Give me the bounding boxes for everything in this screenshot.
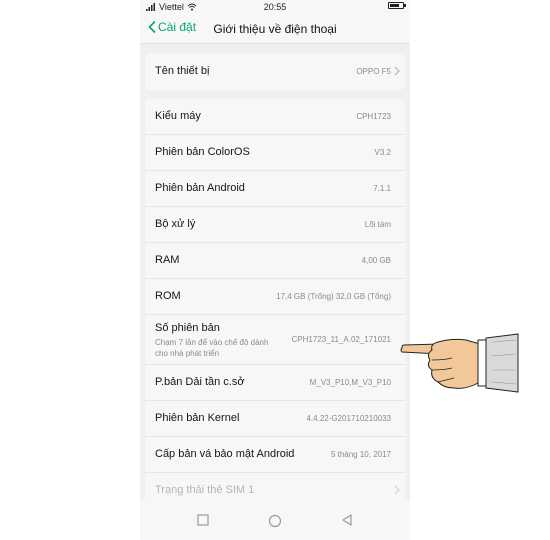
info-row-kernel: Phiên bản Kernel 4.4.22-G201710210033 [145,401,405,437]
info-row-security-patch: Cấp bản vá bảo mật Android 5 tháng 10, 2… [145,437,405,473]
device-name-value: OPPO F5 [356,67,391,76]
system-nav-bar [140,500,410,540]
pointing-hand-icon [400,333,519,393]
chevron-right-icon [394,66,400,76]
phone-screen: Viettel 20:55 Cài đặt Giới thiệu về điện… [140,0,410,540]
info-row-android: Phiên bản Android 7.1.1 [145,171,405,207]
info-row-rom: ROM 17,4 GB (Trống) 32,0 GB (Tổng) [145,279,405,315]
status-bar: Viettel 20:55 [140,0,410,14]
info-row-coloros: Phiên bản ColorOS V3.2 [145,135,405,171]
info-card: Kiểu máy CPH1723 Phiên bản ColorOS V3.2 … [145,99,405,509]
device-name-row[interactable]: Tên thiết bị OPPO F5 [145,54,405,90]
square-icon[interactable] [197,514,209,526]
page-title: Giới thiệu về điện thoại [213,22,337,36]
info-row-processor: Bộ xử lý Lõi tám [145,207,405,243]
chevron-right-icon [394,485,400,495]
device-name-card: Tên thiết bị OPPO F5 [145,54,405,90]
battery-icon [388,2,406,9]
circle-icon[interactable] [268,514,282,528]
status-time: 20:55 [263,2,287,12]
device-name-label: Tên thiết bị [155,65,210,77]
info-row-build-number[interactable]: Số phiên bản Chạm 7 lần để vào chế độ dà… [145,315,405,365]
info-row-ram: RAM 4,00 GB [145,243,405,279]
build-number-hint: Chạm 7 lần để vào chế độ dành cho nhà ph… [155,338,269,358]
triangle-back-icon[interactable] [341,514,353,526]
info-row-baseband: P.bản Dải tần c.sở M_V3_P10,M_V3_P10 [145,365,405,401]
header-bar: Cài đặt Giới thiệu về điện thoại [140,14,410,44]
info-row-model: Kiểu máy CPH1723 [145,99,405,135]
